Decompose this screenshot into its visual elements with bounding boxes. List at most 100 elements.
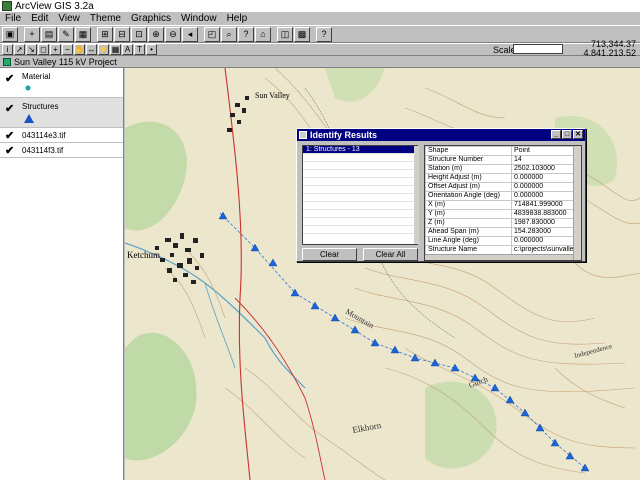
checkbox-checked-icon[interactable]: ✔ [5, 72, 14, 85]
view-window-title: Sun Valley 115 kV Project [0, 56, 640, 68]
zoom-in-tool-icon: + [53, 44, 58, 54]
menu-help[interactable]: Help [222, 13, 253, 24]
view-title: Sun Valley 115 kV Project [14, 56, 117, 67]
map-canvas[interactable]: Sun Valley Ketchum Elkhorn Independence … [125, 68, 640, 480]
zoom-in-tool[interactable]: + [50, 44, 61, 55]
label-tool[interactable]: A [122, 44, 133, 55]
zoom-in-button[interactable]: ⊕ [148, 26, 164, 42]
table-row: Z (m) 1987.830000 [425, 218, 574, 228]
identify-title: Identify Results [310, 130, 378, 140]
clear-selected-button[interactable]: ◫ [277, 26, 293, 42]
checkbox-checked-icon[interactable]: ✔ [5, 129, 14, 142]
list-item [303, 162, 417, 170]
attribute-value: 2502.103000 [511, 164, 574, 174]
zoom-in-icon: ⊕ [152, 28, 160, 39]
query-builder-button[interactable]: ? [238, 26, 254, 42]
zoom-out-button[interactable]: ⊖ [165, 26, 181, 42]
identify-title-bar[interactable]: Identify Results _ □ ✕ [297, 129, 585, 141]
find-button[interactable]: ⌕ [221, 26, 237, 42]
zoom-active-icon: ⊟ [118, 28, 126, 39]
edit-legend-icon: ✎ [62, 28, 70, 39]
menu-file[interactable]: File [0, 13, 26, 24]
clear-all-button[interactable]: Clear All [363, 248, 418, 261]
identify-results-window[interactable]: Identify Results _ □ ✕ 1: Structures - 1… [296, 128, 586, 262]
identify-tool[interactable]: i [2, 44, 13, 55]
hotlink-tool[interactable]: ⚡ [98, 44, 109, 55]
help-icon: ? [321, 28, 327, 39]
minimize-button[interactable]: _ [551, 130, 561, 139]
menu-edit[interactable]: Edit [26, 13, 53, 24]
identified-features-list[interactable]: 1: Structures - 13 [302, 145, 419, 245]
pointer-icon: ➚ [16, 44, 23, 54]
table-row: Structure Number 14 [425, 155, 574, 165]
zoom-full-button[interactable]: ⊞ [97, 26, 113, 42]
table-button[interactable]: ▦ [75, 26, 91, 42]
select-feature-tool[interactable]: ◻ [38, 44, 49, 55]
draw-point-icon: • [150, 44, 153, 54]
measure-icon: ↔ [87, 44, 96, 54]
attribute-name: Z (m) [425, 218, 512, 228]
attribute-name: Ahead Span (m) [425, 227, 512, 237]
menu-view[interactable]: View [53, 13, 85, 24]
button-bar: ▣ + ▤ ✎ ▦ ⊞ ⊟ ⊡ ⊕ ⊖ ◂ ◰ ⌕ ? ⌂ ◫ ▩ ? [0, 25, 640, 43]
theme-properties-button[interactable]: ▤ [41, 26, 57, 42]
find-icon: ⌕ [226, 28, 232, 39]
arcview-logo-icon [2, 1, 12, 11]
save-button[interactable]: ▣ [2, 26, 18, 42]
draw-point-tool[interactable]: • [146, 44, 157, 55]
theme-properties-icon: ▤ [44, 28, 54, 39]
checkbox-checked-icon[interactable]: ✔ [5, 144, 14, 157]
table-row: Station (m) 2502.103000 [425, 164, 574, 174]
select-features-button[interactable]: ◰ [204, 26, 220, 42]
locate-address-icon: ⌂ [260, 28, 266, 39]
zoom-active-button[interactable]: ⊟ [114, 26, 130, 42]
vertex-edit-tool[interactable]: ↘ [26, 44, 37, 55]
zoom-full-icon: ⊞ [101, 28, 109, 39]
locate-address-button[interactable]: ⌂ [255, 26, 271, 42]
toc-item-structures[interactable]: ✔ Structures [0, 98, 123, 128]
select-all-button[interactable]: ▩ [294, 26, 310, 42]
toc-label: Material [22, 72, 51, 81]
zoom-selected-button[interactable]: ⊡ [131, 26, 147, 42]
help-button[interactable]: ? [316, 26, 332, 42]
toc-item-043114e3[interactable]: ✔ 043114e3.tif [0, 128, 123, 143]
label-icon: A [124, 44, 131, 54]
maximize-button[interactable]: □ [562, 130, 572, 139]
map-label-sun-valley: Sun Valley [255, 91, 290, 100]
measure-tool[interactable]: ↔ [86, 44, 97, 55]
attribute-name: Station (m) [425, 164, 512, 174]
attribute-horizontal-scrollbar[interactable] [425, 254, 573, 260]
toc-item-material[interactable]: ✔ Material [0, 68, 123, 98]
zoom-out-tool[interactable]: − [62, 44, 73, 55]
list-item [303, 218, 417, 226]
list-scrollbar[interactable] [414, 146, 419, 244]
zoom-previous-icon: ◂ [187, 28, 193, 39]
pointer-tool[interactable]: ➚ [14, 44, 25, 55]
checkbox-checked-icon[interactable]: ✔ [5, 102, 14, 115]
close-button[interactable]: ✕ [573, 130, 583, 139]
list-item [303, 210, 417, 218]
text-tool[interactable]: T [134, 44, 145, 55]
toc-item-043114f3[interactable]: ✔ 043114f3.tif [0, 143, 123, 158]
pan-tool[interactable]: ✋ [74, 44, 85, 55]
clear-button[interactable]: Clear [302, 248, 357, 261]
attribute-table[interactable]: Shape Point Structure Number 14 Station (m) 2… [424, 145, 582, 261]
area-of-interest-tool[interactable]: ▦ [110, 44, 121, 55]
zoom-out-icon: ⊖ [169, 28, 177, 39]
menu-window[interactable]: Window [176, 13, 222, 24]
table-row: Ahead Span (m) 154.283000 [425, 227, 574, 237]
list-item[interactable]: 1: Structures - 13 [303, 146, 417, 154]
attribute-name: Offset Adjust (m) [425, 182, 512, 192]
attribute-vertical-scrollbar[interactable] [573, 146, 581, 260]
menu-theme[interactable]: Theme [85, 13, 126, 24]
attribute-value: 0.000000 [511, 182, 574, 192]
edit-legend-button[interactable]: ✎ [58, 26, 74, 42]
add-theme-button[interactable]: + [24, 26, 40, 42]
list-item [303, 178, 417, 186]
attribute-name: Line Angle (deg) [425, 236, 512, 246]
attribute-name: Structure Number [425, 155, 512, 165]
point-symbol-icon [25, 85, 31, 91]
scale-input[interactable] [513, 44, 563, 54]
zoom-previous-button[interactable]: ◂ [182, 26, 198, 42]
menu-graphics[interactable]: Graphics [126, 13, 176, 24]
